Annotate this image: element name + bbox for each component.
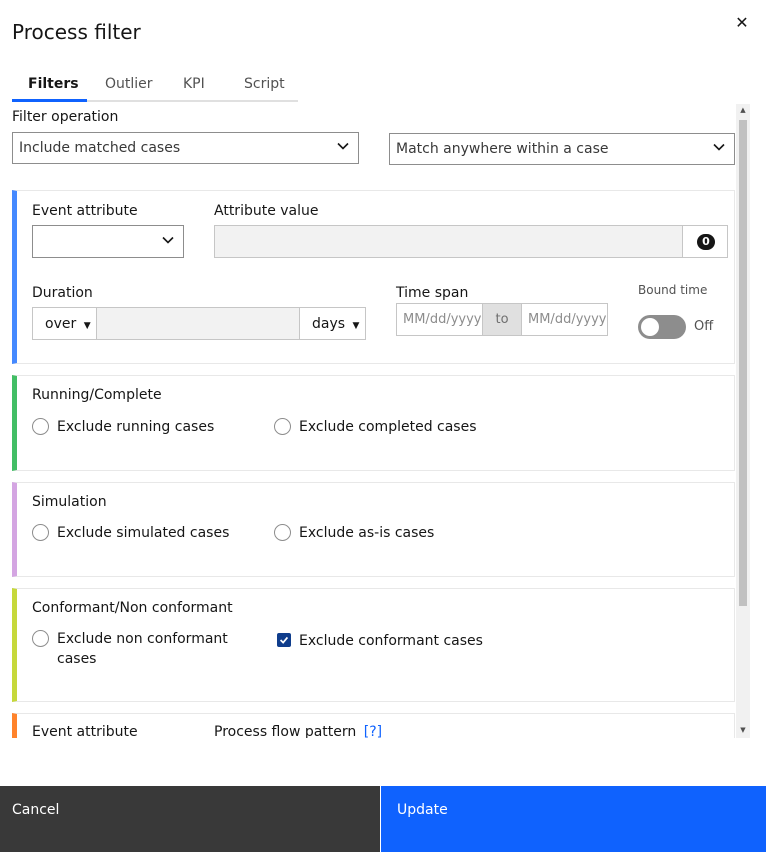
filter-mode-select[interactable]: Include matched cases [12, 132, 359, 164]
toggle-knob [641, 318, 659, 336]
bound-time-state: Off [694, 319, 714, 334]
event-attribute-label: Event attribute [32, 203, 138, 219]
help-link[interactable]: [?] [364, 724, 382, 738]
match-location-select[interactable]: Match anywhere within a case [389, 133, 735, 165]
exclude-simulated-radio[interactable] [32, 524, 49, 541]
exclude-conformant-label: Exclude conformant cases [299, 633, 483, 649]
duration-unit-value: days [312, 316, 346, 332]
attribute-value-input[interactable] [214, 225, 684, 258]
exclude-completed-radio[interactable] [274, 418, 291, 435]
update-button[interactable]: Update [381, 786, 766, 852]
chevron-down-icon [713, 143, 725, 151]
process-flow-pattern-text: Process flow pattern [214, 724, 357, 738]
process-flow-pattern-label: Process flow pattern [?] [214, 724, 382, 738]
caret-down-icon: ▼ [83, 321, 91, 331]
scroll-down-icon[interactable]: ▼ [739, 726, 747, 734]
attribute-count-badge: 0 [682, 225, 728, 258]
running-complete-card: Running/Complete Exclude running cases E… [12, 375, 735, 471]
time-span-to-label: to [482, 303, 522, 336]
conformance-card: Conformant/Non conformant Exclude non co… [12, 588, 735, 702]
exclude-running-label: Exclude running cases [57, 419, 215, 435]
caret-down-icon: ▼ [352, 321, 360, 331]
exclude-completed-label: Exclude completed cases [299, 419, 477, 435]
tab-bar: Filters Outlier KPI Script [12, 66, 298, 103]
exclude-as-is-label: Exclude as-is cases [299, 525, 435, 541]
checkmark-icon [279, 636, 289, 644]
attribute-count: 0 [697, 234, 715, 250]
close-icon[interactable]: ✕ [733, 14, 751, 32]
event-attribute-select[interactable] [32, 225, 184, 258]
cancel-button[interactable]: Cancel [0, 786, 380, 852]
process-filter-modal: Process filter ✕ Filters Outlier KPI Scr… [0, 0, 766, 852]
modal-title: Process filter [12, 20, 141, 44]
time-span-from-input[interactable]: MM/dd/yyyy [396, 303, 483, 336]
time-span-to-input[interactable]: MM/dd/yyyy [521, 303, 608, 336]
duration-operator-dropdown[interactable]: over ▼ [32, 307, 97, 340]
duration-unit-dropdown[interactable]: days ▼ [299, 307, 366, 340]
exclude-running-radio[interactable] [32, 418, 49, 435]
duration-value-input[interactable] [96, 307, 301, 340]
tab-script[interactable]: Script [228, 66, 298, 102]
exclude-as-is-radio[interactable] [274, 524, 291, 541]
simulation-card: Simulation Exclude simulated cases Exclu… [12, 482, 735, 577]
duration-operator-value: over [45, 316, 77, 332]
flow-event-attribute-label: Event attribute [32, 724, 138, 738]
simulation-title: Simulation [32, 494, 107, 510]
exclude-conformant-checkbox[interactable] [277, 633, 291, 647]
bound-time-label: Bound time [638, 283, 708, 297]
tab-kpi[interactable]: KPI [166, 66, 228, 102]
exclude-simulated-label: Exclude simulated cases [57, 525, 230, 541]
event-filter-card: Event attribute Attribute value 0 Durati… [12, 190, 735, 364]
duration-label: Duration [32, 285, 93, 301]
time-span-from-placeholder: MM/dd/yyyy [403, 312, 482, 327]
running-complete-title: Running/Complete [32, 387, 162, 403]
tab-filters[interactable]: Filters [12, 66, 87, 102]
time-span-to-placeholder: MM/dd/yyyy [528, 312, 607, 327]
bound-time-toggle[interactable] [638, 315, 686, 339]
scroll-thumb[interactable] [739, 120, 747, 606]
filter-mode-value: Include matched cases [19, 140, 181, 156]
filters-panel[interactable]: Filter operation Include matched cases M… [12, 104, 750, 738]
match-location-value: Match anywhere within a case [396, 141, 609, 157]
time-span-label: Time span [396, 285, 469, 301]
exclude-non-conformant-label: Exclude non conformant cases [57, 631, 228, 667]
exclude-non-conformant-radio[interactable] [32, 630, 49, 647]
conformance-title: Conformant/Non conformant [32, 600, 233, 616]
attribute-value-label: Attribute value [214, 203, 319, 219]
chevron-down-icon [337, 142, 349, 150]
tab-outlier[interactable]: Outlier [87, 66, 166, 102]
process-flow-card: Event attribute Process flow pattern [?] [12, 713, 735, 738]
panel-scrollbar[interactable]: ▲ ▼ [736, 104, 750, 738]
filter-operation-label: Filter operation [12, 109, 119, 125]
scroll-up-icon[interactable]: ▲ [739, 106, 747, 114]
chevron-down-icon [162, 236, 174, 244]
